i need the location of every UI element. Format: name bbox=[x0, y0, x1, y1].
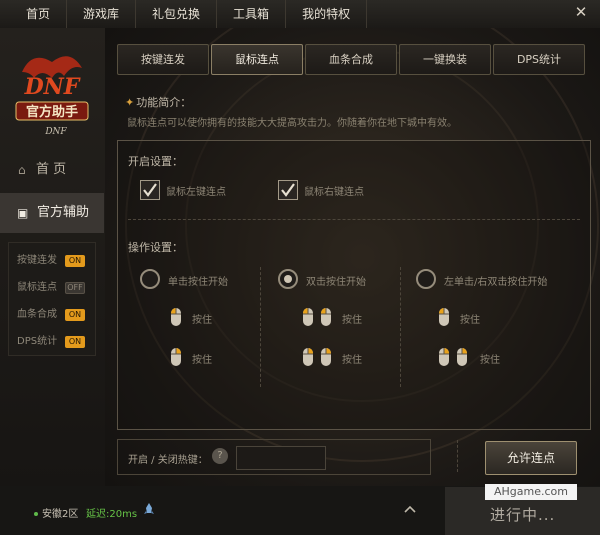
divider bbox=[457, 440, 458, 472]
close-icon[interactable]: ✕ bbox=[572, 3, 590, 21]
chevron-up-icon[interactable] bbox=[404, 505, 416, 513]
feature-status-panel: 按键连发 ON 鼠标连点 OFF 血条合成 ON DPS统计 ON bbox=[8, 242, 96, 356]
running-label: 进行中... bbox=[490, 506, 556, 524]
region-label: 安徽2区 bbox=[42, 509, 79, 520]
subitem-dps[interactable]: DPS统计 bbox=[17, 335, 57, 349]
tab-dps[interactable]: DPS统计 bbox=[493, 44, 585, 75]
status-badge[interactable]: ON bbox=[65, 255, 85, 267]
hotkey-label: 开启 / 关闭热键： bbox=[128, 455, 208, 466]
left-click-label: 鼠标左键连点 bbox=[166, 187, 226, 198]
main-content: 按键连发 鼠标连点 血条合成 一键换装 DPS统计 ✦ 功能简介： 鼠标连点可以使… bbox=[105, 28, 600, 486]
topnav-game-library[interactable]: 游戏库 bbox=[67, 0, 137, 28]
top-bar: 首页 游戏库 礼包兑换 工具箱 我的特权 ✕ bbox=[0, 0, 600, 29]
right-click-label: 鼠标右键连点 bbox=[304, 187, 364, 198]
press-label: 按住 bbox=[192, 355, 212, 366]
watermark: AHgame.com bbox=[485, 484, 577, 500]
home-icon: ⌂ bbox=[18, 163, 26, 177]
press-label: 按住 bbox=[480, 355, 500, 366]
svg-text:DNF: DNF bbox=[44, 127, 67, 137]
mouse-right-icon bbox=[439, 348, 449, 366]
hotkey-input[interactable] bbox=[236, 446, 326, 470]
tab-hp-bar[interactable]: 血条合成 bbox=[305, 44, 397, 75]
top-nav: 首页 游戏库 礼包兑换 工具箱 我的特权 bbox=[0, 0, 368, 28]
help-icon[interactable]: ? bbox=[212, 448, 228, 464]
subitem-mouse-click[interactable]: 鼠标连点 bbox=[17, 281, 57, 295]
mouse-right-icon bbox=[321, 348, 331, 366]
divider bbox=[260, 267, 261, 387]
mode-double-click-radio[interactable] bbox=[278, 269, 298, 289]
divider bbox=[400, 267, 401, 387]
briefcase-icon: ▣ bbox=[17, 206, 29, 220]
intro-title: ✦ 功能简介： bbox=[125, 94, 191, 110]
status-dot-icon bbox=[34, 512, 38, 516]
checkmark-icon bbox=[281, 183, 295, 197]
press-label: 按住 bbox=[342, 355, 362, 366]
mode-double-click-label: 双击按住开始 bbox=[306, 277, 366, 288]
mouse-left-icon bbox=[171, 308, 181, 326]
allow-click-button[interactable]: 允许连点 bbox=[485, 441, 577, 475]
press-label: 按住 bbox=[192, 315, 212, 326]
subitem-key-repeat[interactable]: 按键连发 bbox=[17, 254, 57, 268]
subitem-hp-bar[interactable]: 血条合成 bbox=[17, 308, 57, 322]
mouse-right-icon bbox=[457, 348, 467, 366]
press-label: 按住 bbox=[342, 315, 362, 326]
checkmark-icon bbox=[143, 183, 157, 197]
press-label: 按住 bbox=[460, 315, 480, 326]
tab-one-key-equip[interactable]: 一键换装 bbox=[399, 44, 491, 75]
right-click-checkbox[interactable] bbox=[278, 180, 298, 200]
topnav-my-privileges[interactable]: 我的特权 bbox=[286, 0, 368, 28]
settings-panel: 开启设置： 鼠标左键连点 鼠标右键连点 操作设置： 单击按住开始 双击按住开始 … bbox=[117, 140, 591, 430]
topnav-gift-redeem[interactable]: 礼包兑换 bbox=[136, 0, 218, 28]
sidebar-item-home[interactable]: ⌂ 首 页 bbox=[0, 155, 105, 185]
sidebar-item-official-aid[interactable]: ▣ 官方辅助 bbox=[0, 193, 104, 233]
operation-settings-label: 操作设置： bbox=[128, 241, 183, 254]
sidebar: DNF 官方助手 DNF ⌂ 首 页 ▣ 官方辅助 按键连发 ON 鼠标连点 O… bbox=[0, 28, 106, 486]
mouse-left-icon bbox=[439, 308, 449, 326]
radio-selected-dot bbox=[284, 275, 292, 283]
intro-title-text: 功能简介： bbox=[136, 96, 192, 109]
svg-text:官方助手: 官方助手 bbox=[26, 104, 78, 120]
mouse-right-icon bbox=[303, 348, 313, 366]
dnf-logo: DNF 官方助手 DNF bbox=[15, 56, 89, 137]
server-region[interactable]: 安徽2区 bbox=[34, 505, 78, 520]
topnav-home[interactable]: 首页 bbox=[0, 0, 68, 28]
mode-single-click-radio[interactable] bbox=[140, 269, 160, 289]
sidebar-item-label: 官方辅助 bbox=[37, 205, 90, 220]
topnav-toolbox[interactable]: 工具箱 bbox=[217, 0, 287, 28]
hotkey-box: 开启 / 关闭热键： ? bbox=[117, 439, 431, 475]
left-click-checkbox[interactable] bbox=[140, 180, 160, 200]
star-icon: ✦ bbox=[125, 96, 135, 109]
latency-readout: 延迟:20ms bbox=[86, 509, 138, 520]
sidebar-item-label: 首 页 bbox=[36, 162, 67, 177]
mode-mixed-click-label: 左单击/右双击按住开始 bbox=[444, 277, 548, 288]
mouse-left-icon bbox=[321, 308, 331, 326]
svg-text:DNF: DNF bbox=[24, 74, 81, 100]
status-badge[interactable]: OFF bbox=[65, 282, 85, 294]
rocket-icon[interactable] bbox=[143, 503, 155, 515]
mode-mixed-click-radio[interactable] bbox=[416, 269, 436, 289]
tab-mouse-click[interactable]: 鼠标连点 bbox=[211, 44, 303, 75]
divider bbox=[128, 219, 580, 220]
mouse-left-icon bbox=[303, 308, 313, 326]
intro-text: 鼠标连点可以使你拥有的技能大大提高攻击力。你随着你在地下城中有效。 bbox=[127, 118, 457, 129]
mouse-right-icon bbox=[171, 348, 181, 366]
open-settings-label: 开启设置： bbox=[128, 155, 183, 168]
tab-key-repeat[interactable]: 按键连发 bbox=[117, 44, 209, 75]
mode-single-click-label: 单击按住开始 bbox=[168, 277, 228, 288]
status-badge[interactable]: ON bbox=[65, 336, 85, 348]
status-badge[interactable]: ON bbox=[65, 309, 85, 321]
